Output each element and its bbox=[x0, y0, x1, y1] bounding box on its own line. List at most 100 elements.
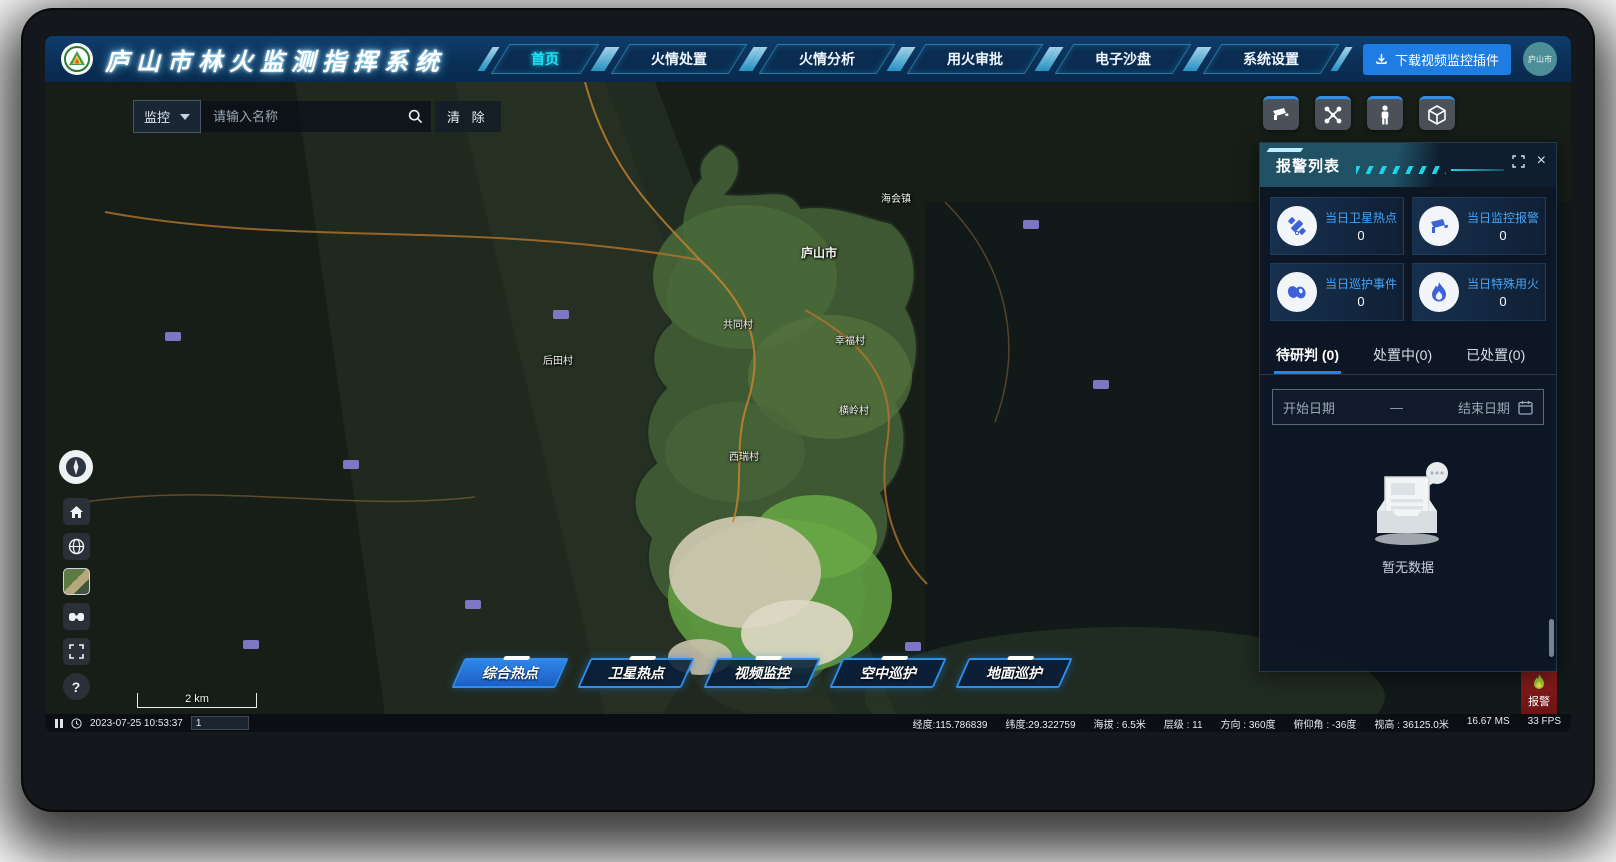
panel-header: 报警列表 × bbox=[1260, 143, 1556, 187]
nav-tab-sandbox[interactable]: 电子沙盘 bbox=[1055, 44, 1192, 74]
app-logo-icon bbox=[61, 43, 93, 75]
main-nav: 首页 火情处置 火情分析 用火审批 电子沙盘 系统设置 bbox=[500, 44, 1330, 74]
empty-inbox-icon bbox=[1353, 459, 1463, 551]
tab-pending-review[interactable]: 待研判 (0) bbox=[1274, 337, 1341, 374]
satellite-icon bbox=[1286, 215, 1308, 237]
nav-tab-fire-handling[interactable]: 火情处置 bbox=[611, 44, 748, 74]
globe-mode-button[interactable] bbox=[63, 533, 90, 560]
start-date-field[interactable]: 开始日期 bbox=[1283, 398, 1335, 417]
map-viewport[interactable]: 庐山市 海会镇 共同村 幸福村 后田村 横岭村 西瑞村 监控 bbox=[45, 82, 1571, 714]
clear-search-button[interactable]: 清 除 bbox=[435, 101, 501, 132]
map-label: 海会镇 bbox=[881, 190, 911, 205]
home-view-button[interactable] bbox=[63, 498, 90, 525]
map-label: 西瑞村 bbox=[729, 448, 759, 463]
alarm-list-panel: 报警列表 × bbox=[1259, 142, 1557, 672]
map-metrics: 经度:115.786839 纬度:29.322759 海拔 : 6.5米 层级 … bbox=[913, 716, 1561, 731]
cctv-layer-button[interactable] bbox=[1263, 96, 1299, 130]
drone-icon bbox=[1323, 105, 1343, 125]
map-controls: ? bbox=[59, 450, 93, 700]
speed-input[interactable]: 1 bbox=[191, 716, 249, 730]
camera-icon bbox=[1428, 216, 1450, 236]
patrol-icon bbox=[1286, 283, 1308, 301]
empty-state-text: 暂无数据 bbox=[1382, 557, 1434, 576]
view-height: 视高 : 36125.0米 bbox=[1374, 716, 1448, 731]
header: 庐山市林火监测指挥系统 首页 火情处置 火情分析 用火审批 电子沙盘 系统设置 … bbox=[45, 36, 1571, 82]
map-label: 后田村 bbox=[543, 352, 573, 367]
search-icon[interactable] bbox=[408, 109, 423, 124]
help-button[interactable]: ? bbox=[63, 673, 90, 700]
current-time: 2023-07-25 10:53:37 bbox=[90, 718, 183, 729]
nav-tab-fire-analysis[interactable]: 火情分析 bbox=[759, 44, 896, 74]
map-label: 庐山市 bbox=[801, 244, 837, 261]
longitude: 经度:115.786839 bbox=[913, 716, 988, 731]
nav-tab-settings[interactable]: 系统设置 bbox=[1203, 44, 1340, 74]
filter-ground-patrol[interactable]: 地面巡护 bbox=[956, 658, 1073, 688]
alarm-badge[interactable]: 报警 bbox=[1521, 668, 1557, 714]
app-screen: 庐山市林火监测指挥系统 首页 火情处置 火情分析 用火审批 电子沙盘 系统设置 … bbox=[45, 36, 1571, 732]
search-category-select[interactable]: 监控 bbox=[133, 100, 201, 133]
tab-resolved[interactable]: 已处置(0) bbox=[1464, 337, 1527, 374]
download-plugin-button[interactable]: 下载视频监控插件 bbox=[1363, 44, 1511, 75]
layer-filter-toolbar: 综合热点 卫星热点 视频监控 空中巡护 地面巡护 bbox=[458, 658, 1066, 688]
person-icon bbox=[1379, 105, 1391, 125]
filter-satellite-hotspots[interactable]: 卫星热点 bbox=[578, 658, 695, 688]
panel-title: 报警列表 bbox=[1276, 155, 1340, 176]
filter-all-hotspots[interactable]: 综合热点 bbox=[452, 658, 569, 688]
search-input[interactable] bbox=[213, 109, 408, 124]
tab-in-progress[interactable]: 处置中(0) bbox=[1371, 337, 1434, 374]
map-label: 幸福村 bbox=[835, 332, 865, 347]
stat-patrol-events[interactable]: 当日巡护事件 0 bbox=[1270, 263, 1404, 321]
alarm-flame-icon bbox=[1531, 673, 1547, 691]
clock-icon bbox=[71, 718, 82, 729]
binoculars-icon bbox=[68, 611, 85, 623]
compass-icon[interactable] bbox=[59, 450, 93, 484]
expand-icon[interactable] bbox=[1512, 155, 1525, 168]
cctv-icon bbox=[1271, 106, 1291, 124]
stat-satellite-hotspots[interactable]: 当日卫星热点 0 bbox=[1270, 197, 1404, 255]
fullscreen-icon bbox=[69, 644, 84, 659]
end-date-field[interactable]: 结束日期 bbox=[1458, 398, 1510, 417]
frame-ms: 16.67 MS bbox=[1467, 716, 1510, 731]
chevron-down-icon bbox=[180, 114, 190, 120]
flame-icon bbox=[1430, 281, 1448, 303]
nav-tab-fire-approval[interactable]: 用火审批 bbox=[907, 44, 1044, 74]
page-title: 庐山市林火监测指挥系统 bbox=[105, 42, 446, 77]
nav-tab-home[interactable]: 首页 bbox=[491, 44, 600, 74]
filter-video-monitor[interactable]: 视频监控 bbox=[704, 658, 821, 688]
alarm-stats: 当日卫星热点 0 当日监控报警 bbox=[1260, 187, 1556, 331]
alarm-tabs: 待研判 (0) 处置中(0) 已处置(0) bbox=[1260, 333, 1556, 375]
roam-view-button[interactable] bbox=[63, 603, 90, 630]
heading: 方向 : 360度 bbox=[1221, 716, 1276, 731]
search-box bbox=[201, 101, 431, 132]
zoom-level: 层级 : 11 bbox=[1164, 716, 1203, 731]
fps: 33 FPS bbox=[1528, 716, 1561, 731]
stat-monitor-alarms[interactable]: 当日监控报警 0 bbox=[1412, 197, 1546, 255]
globe-icon bbox=[68, 538, 85, 555]
map-search-bar: 监控 清 除 bbox=[133, 100, 501, 133]
pause-icon[interactable] bbox=[55, 719, 63, 728]
map-scale-bar: 2 km bbox=[137, 693, 257, 708]
person-layer-button[interactable] bbox=[1367, 96, 1403, 130]
3d-scene-button[interactable] bbox=[1419, 96, 1455, 130]
panel-scrollbar[interactable] bbox=[1549, 193, 1554, 663]
pitch: 俯仰角 : -36度 bbox=[1294, 716, 1357, 731]
header-decoration bbox=[1356, 166, 1504, 174]
home-icon bbox=[69, 505, 84, 519]
filter-air-patrol[interactable]: 空中巡护 bbox=[830, 658, 947, 688]
date-range-picker[interactable]: 开始日期 — 结束日期 bbox=[1272, 389, 1544, 425]
close-icon[interactable]: × bbox=[1537, 153, 1546, 169]
map-layer-tools bbox=[1263, 96, 1455, 130]
altitude: 海拔 : 6.5米 bbox=[1094, 716, 1146, 731]
help-icon: ? bbox=[72, 679, 81, 695]
drone-layer-button[interactable] bbox=[1315, 96, 1351, 130]
map-label: 共同村 bbox=[723, 316, 753, 331]
basemap-layers-button[interactable] bbox=[63, 568, 90, 595]
status-bar: 2023-07-25 10:53:37 1 经度:115.786839 纬度:2… bbox=[45, 714, 1571, 732]
window-frame: 庐山市林火监测指挥系统 首页 火情处置 火情分析 用火审批 电子沙盘 系统设置 … bbox=[23, 10, 1593, 810]
calendar-icon bbox=[1518, 400, 1533, 415]
user-avatar[interactable]: 庐山市 bbox=[1523, 42, 1557, 76]
fullscreen-button[interactable] bbox=[63, 638, 90, 665]
stat-special-fire-use[interactable]: 当日特殊用火 0 bbox=[1412, 263, 1546, 321]
cube-icon bbox=[1427, 105, 1447, 125]
download-icon bbox=[1375, 53, 1388, 66]
